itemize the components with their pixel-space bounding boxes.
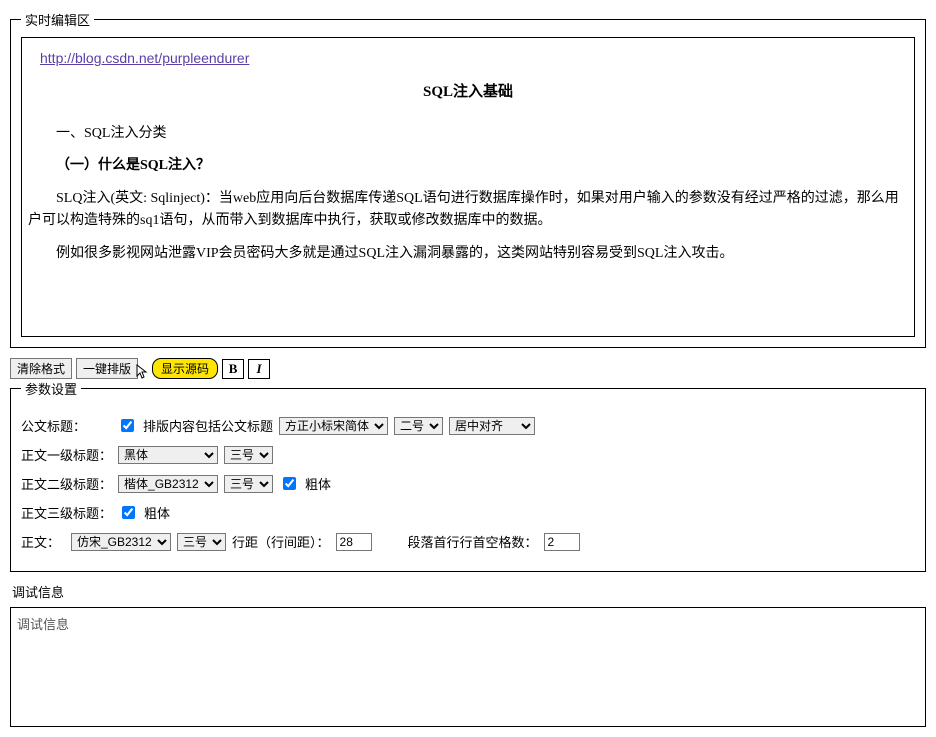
h2-size-select[interactable]: 三号 <box>224 475 273 493</box>
indent-input[interactable] <box>544 533 580 551</box>
doc-title-row: 公文标题： 排版内容包括公文标题 方正小标宋简体 二号 居中对齐 <box>21 416 915 435</box>
h1-font-select[interactable]: 黑体 <box>118 446 218 464</box>
editor-body: 一、SQL注入分类 （一）什么是SQL注入？ SLQ注入(英文: Sqlinje… <box>28 123 908 265</box>
show-source-button[interactable]: 显示源码 <box>152 358 218 379</box>
h1-label: 正文一级标题： <box>21 445 112 464</box>
h2-bold-label: 粗体 <box>305 474 331 493</box>
include-title-checkbox[interactable] <box>121 419 134 432</box>
line-spacing-input[interactable] <box>336 533 372 551</box>
h3-bold-label: 粗体 <box>144 503 170 522</box>
body-size-select[interactable]: 三号 <box>177 533 226 551</box>
line-spacing-label: 行距（行间距）： <box>232 532 330 551</box>
body-label: 正文： <box>21 532 65 551</box>
section-heading: 一、SQL注入分类 <box>28 123 908 145</box>
italic-button[interactable]: I <box>248 359 270 379</box>
clear-format-button[interactable]: 清除格式 <box>10 358 72 379</box>
h3-row: 正文三级标题： 粗体 <box>21 503 915 522</box>
debug-label: 调试信息 <box>12 582 926 601</box>
blog-link[interactable]: http://blog.csdn.net/purpleendurer <box>40 50 249 66</box>
indent-label: 段落首行行首空格数： <box>408 532 538 551</box>
h2-font-select[interactable]: 楷体_GB2312 <box>118 475 218 493</box>
editor-content-box[interactable]: http://blog.csdn.net/purpleendurer SQL注入… <box>21 37 915 337</box>
include-title-label: 排版内容包括公文标题 <box>143 416 273 435</box>
title-size-select[interactable]: 二号 <box>394 417 443 435</box>
sub-heading: （一）什么是SQL注入？ <box>28 155 908 177</box>
paragraph-2: 例如很多影视网站泄露VIP会员密码大多就是通过SQL注入漏洞暴露的，这类网站特别… <box>28 243 908 265</box>
h2-label: 正文二级标题： <box>21 474 112 493</box>
editor-legend: 实时编辑区 <box>21 10 94 29</box>
bold-button[interactable]: B <box>222 359 244 379</box>
title-font-select[interactable]: 方正小标宋简体 <box>279 417 388 435</box>
h1-size-select[interactable]: 三号 <box>224 446 273 464</box>
body-font-select[interactable]: 仿宋_GB2312 <box>71 533 171 551</box>
debug-placeholder: 调试信息 <box>17 617 69 632</box>
toolbar: 清除格式 一键排版 显示源码 B I <box>10 358 926 379</box>
body-row: 正文： 仿宋_GB2312 三号 行距（行间距）： 段落首行行首空格数： <box>21 532 915 551</box>
debug-textarea[interactable]: 调试信息 <box>10 607 926 727</box>
h1-row: 正文一级标题： 黑体 三号 <box>21 445 915 464</box>
h3-label: 正文三级标题： <box>21 503 112 522</box>
paragraph-1: SLQ注入(英文: Sqlinject)：当web应用向后台数据库传递SQL语句… <box>28 188 908 233</box>
document-title: SQL注入基础 <box>28 80 908 101</box>
h2-row: 正文二级标题： 楷体_GB2312 三号 粗体 <box>21 474 915 493</box>
editor-fieldset: 实时编辑区 http://blog.csdn.net/purpleendurer… <box>10 10 926 348</box>
params-legend: 参数设置 <box>21 379 81 398</box>
params-fieldset: 参数设置 公文标题： 排版内容包括公文标题 方正小标宋简体 二号 居中对齐 正文… <box>10 379 926 572</box>
h2-bold-checkbox[interactable] <box>283 477 296 490</box>
title-align-select[interactable]: 居中对齐 <box>449 417 535 435</box>
h3-bold-checkbox[interactable] <box>122 506 135 519</box>
doc-title-label: 公文标题： <box>21 416 111 435</box>
one-click-layout-button[interactable]: 一键排版 <box>76 358 138 379</box>
